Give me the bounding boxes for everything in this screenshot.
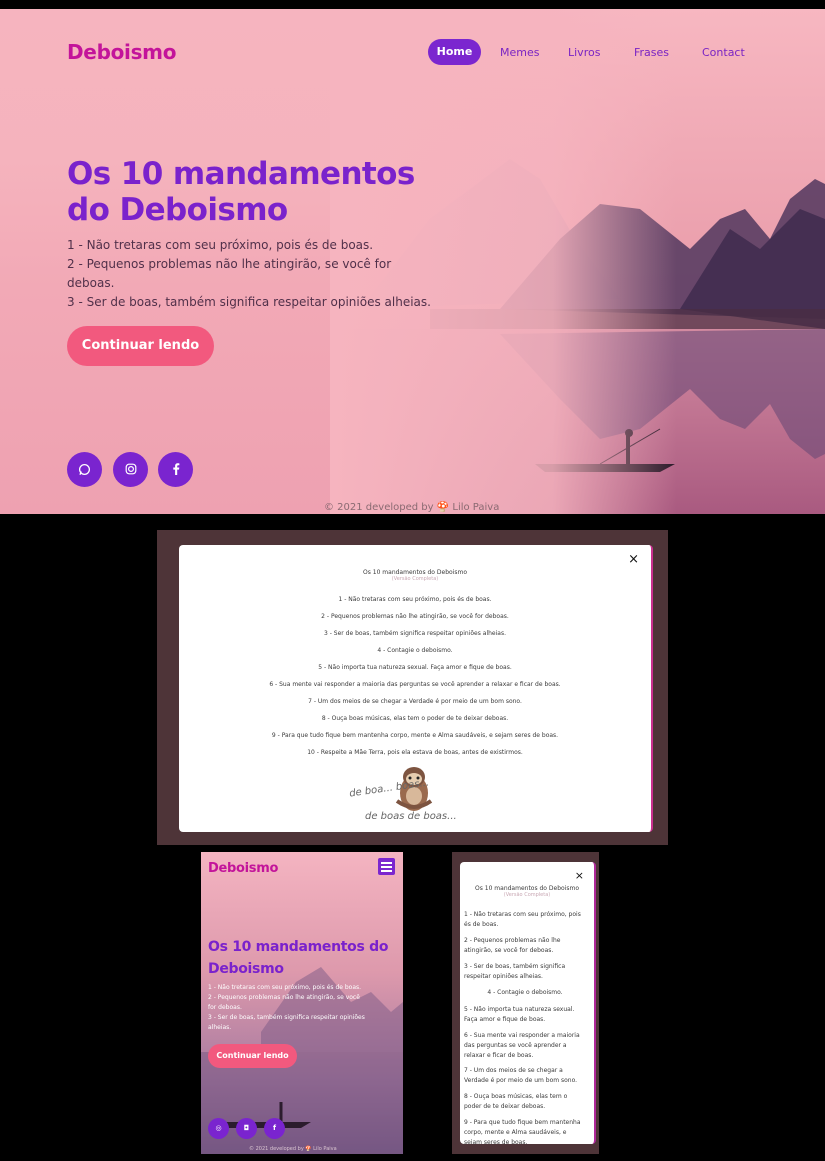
mobile-hero: Deboismo Os 10 mandamentos do Deboismo 1… [201,852,403,1154]
mobile-hero-line-3: for deboas. [208,1004,242,1011]
brand-logo[interactable]: Deboismo [67,40,176,64]
mobile-commandments-modal: × Os 10 mandamentos do Deboismo (Versão … [460,862,596,1144]
hero-line-4: 3 - Ser de boas, também significa respei… [67,295,431,309]
modal-title: Os 10 mandamentos do Deboismo [363,569,467,576]
mobile-copyright-text: © 2021 developed by 🍄 Lilo Paiva [249,1146,337,1152]
whatsapp-icon: ◎ [215,1124,222,1132]
nav-contact[interactable]: Contact [702,46,745,59]
instagram-icon: ◘ [243,1124,250,1132]
mobile-modal-item-5: 5 - Não importa tua natureza sexual. Faç… [464,1006,575,1023]
mobile-modal-item-4: 4 - Contagie o deboismo. [487,989,563,996]
sloth-caption-2: de boas de boas... [365,811,457,822]
nav-memes[interactable]: Memes [500,46,539,59]
nav-home[interactable]: Home [428,39,481,65]
continue-reading-button[interactable]: Continuar lendo [67,326,214,366]
modal-item-2: 2 - Pequenos problemas não lhe atingirão… [321,613,509,620]
mobile-modal-subtitle: (Versão Completa) [503,892,551,898]
hero-title-line1: Os 10 mandamentos [67,156,415,192]
copyright-text: © 2021 developed by 🍄 Lilo Paiva [324,502,500,513]
nav-livros[interactable]: Livros [568,46,600,59]
instagram-icon [125,463,136,475]
mobile-modal-close-button[interactable]: × [575,869,584,882]
mobile-hero-line-1: 1 - Não tretaras com seu próximo, pois é… [208,984,362,991]
whatsapp-button[interactable] [67,452,102,487]
mobile-hero-line-4: 3 - Ser de boas, também significa respei… [208,1014,365,1021]
hero-title-line2: do Deboismo [67,192,288,228]
hero-line-1: 1 - Não tretaras com seu próximo, pois é… [67,238,374,252]
hero-line-3: deboas. [67,276,115,290]
modal-item-5: 5 - Não importa tua natureza sexual. Faç… [318,664,512,671]
mobile-modal-item-7: 7 - Um dos meios de se chegar a Verdade … [464,1067,578,1084]
mobile-continue-reading-button[interactable]: Continuar lendo [208,1044,297,1068]
desktop-hero: Deboismo Home Memes Livros Frases Contac… [0,9,825,514]
modal-item-4: 4 - Contagie o deboismo. [377,647,453,654]
mobile-hero-title-line2: Deboismo [208,961,284,977]
mobile-modal-item-1: 1 - Não tretaras com seu próximo, pois é… [464,911,581,928]
mobile-facebook-button[interactable]: f [264,1118,285,1139]
mobile-modal-item-2: 2 - Pequenos problemas não lhe atingirão… [464,937,561,954]
mobile-modal-item-6: 6 - Sua mente vai responder a maioria da… [464,1032,580,1059]
facebook-icon: f [272,1124,277,1132]
mobile-hero-line-5: alheias. [208,1024,232,1031]
hamburger-icon [381,862,392,864]
mobile-whatsapp-button[interactable]: ◎ [208,1118,229,1139]
mobile-hero-title-line1: Os 10 mandamentos do [208,939,389,955]
instagram-button[interactable] [113,452,148,487]
mobile-modal-item-8: 8 - Ouça boas músicas, elas tem o poder … [464,1093,568,1110]
commandments-modal: × Os 10 mandamentos do Deboismo (Versão … [179,545,653,832]
mobile-modal-item-3: 3 - Ser de boas, também significa respei… [464,963,566,980]
modal-item-7: 7 - Um dos meios de se chegar a Verdade … [308,698,522,705]
modal-item-10: 10 - Respeite a Mãe Terra, pois ela esta… [307,749,523,756]
mobile-modal-title: Os 10 mandamentos do Deboismo [475,885,579,892]
modal-subtitle: (Versão Completa) [391,576,439,582]
mobile-brand-logo[interactable]: Deboismo [208,861,278,876]
modal-item-9: 9 - Para que tudo fique bem mantenha cor… [271,732,559,739]
mobile-modal-item-9: 9 - Para que tudo fique bem mantenha cor… [464,1119,581,1144]
whatsapp-icon [78,463,91,476]
modal-item-3: 3 - Ser de boas, também significa respei… [324,630,506,637]
hero-line-2: 2 - Pequenos problemas não lhe atingirão… [67,257,392,271]
modal-item-6: 6 - Sua mente vai responder a maioria da… [269,681,561,688]
modal-close-button[interactable]: × [628,552,639,567]
hamburger-menu-button[interactable] [378,858,395,875]
modal-item-8: 8 - Ouça boas músicas, elas tem o poder … [321,715,509,722]
mobile-instagram-button[interactable]: ◘ [236,1118,257,1139]
modal-item-1: 1 - Não tretaras com seu próximo, pois é… [338,596,492,603]
facebook-button[interactable] [158,452,193,487]
nav-frases[interactable]: Frases [634,46,669,59]
mobile-hero-line-2: 2 - Pequenos problemas não lhe atingirão… [208,994,360,1001]
facebook-icon [172,463,179,475]
